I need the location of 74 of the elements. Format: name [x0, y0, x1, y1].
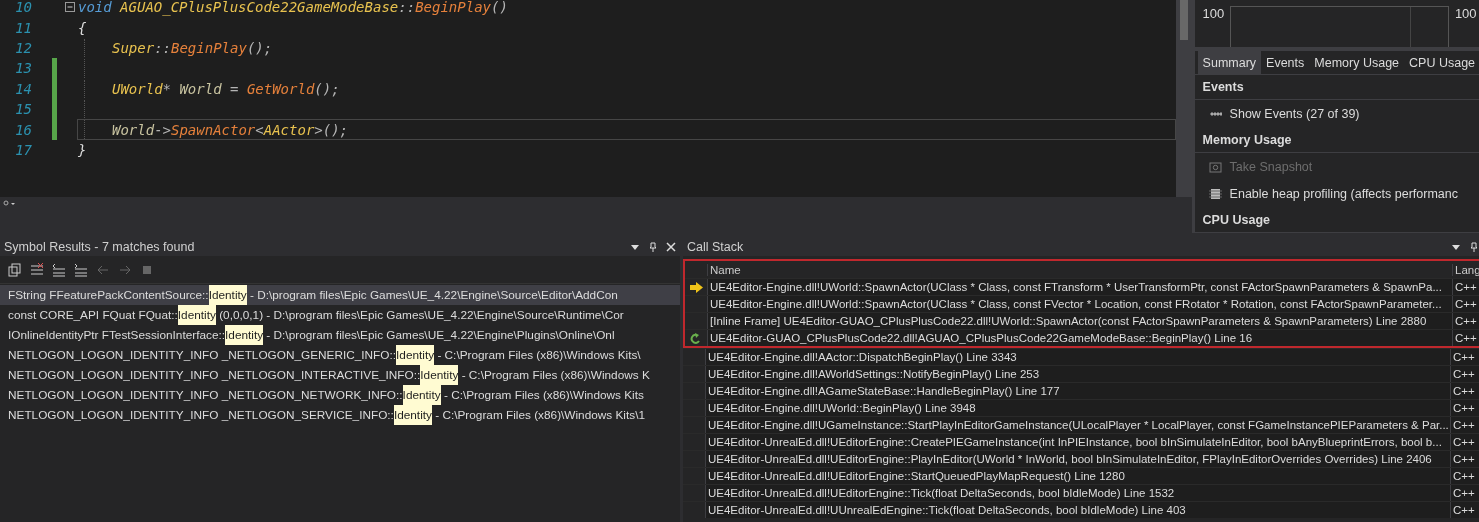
frame-language: C++	[1452, 330, 1479, 346]
frame-name[interactable]: UE4Editor-UnrealEd.dll!UEditorEngine::StartQueuedPlayMapRequest() Line 1280	[705, 468, 1450, 484]
frame-language: C++	[1452, 313, 1479, 329]
frame-name[interactable]: UE4Editor-Engine.dll!AWorldSettings::NotifyBeginPlay() Line 253	[705, 366, 1450, 382]
camera-icon	[1208, 160, 1222, 173]
column-header[interactable]: Name	[707, 263, 1452, 276]
symbol-result[interactable]: NETLOGON_LOGON_IDENTITY_INFO _NETLOGON_GENERIC_INFO::Identity - C:\Program Files (x86)\Windows Kits\	[0, 345, 680, 365]
frame-language: C++	[1450, 366, 1479, 382]
frame-language: C++	[1450, 502, 1479, 518]
line-number: 14	[14, 80, 33, 97]
indent-icon[interactable]	[52, 262, 66, 277]
tab[interactable]: Memory Usage	[1309, 51, 1405, 75]
line-number: 13	[14, 60, 33, 77]
frame-language: C++	[1452, 279, 1479, 295]
frame-name[interactable]: UE4Editor-Engine.dll!AGameStateBase::HandleBeginPlay() Line 177	[705, 383, 1450, 399]
line-number: 17	[14, 141, 33, 158]
frame-language: C++	[1450, 417, 1479, 433]
frame-name[interactable]: UE4Editor-Engine.dll!UWorld::SpawnActor(UClass * Class, const FTransform * UserTransformPtr, const FActorSpawnParameters & SpawnPa...	[707, 279, 1452, 295]
chip-icon	[1208, 188, 1222, 201]
action-link[interactable]: Enable heap profiling (affects performanc	[1194, 180, 1479, 208]
panel-title: Call Stack	[687, 239, 745, 254]
frame-name[interactable]: UE4Editor-UnrealEd.dll!UEditorEngine::PlayInEditor(UWorld * InWorld, bool bInSimulateInEditor, FPlayInEditorOverrides Overrides) Line 2406	[705, 451, 1450, 467]
frame-name[interactable]: UE4Editor-Engine.dll!UWorld::SpawnActor(UClass * Class, const FVector * Location, const FRotator * Rotation, const FActorSpawnParameter...	[707, 296, 1452, 312]
frame-language: C++	[1450, 468, 1479, 484]
symbol-result[interactable]: const CORE_API FQuat FQuat::Identity (0,0,0,1) - D:\program files\Epic Games\UE_4.22\Engine\Source\Runtime\Cor	[0, 305, 680, 325]
tab[interactable]: CPU Usage	[1404, 51, 1479, 75]
axis-label: 100	[1202, 6, 1225, 23]
line-number: 12	[14, 39, 33, 56]
code-line: UWorld* World = GetWorld();	[77, 78, 1176, 99]
symbol-result[interactable]: IOnlineIdentityPtr FTestSessionInterface::Identity - D:\program files\Epic Games\UE_4.22\Engine\Plugins\Online\Onl	[0, 325, 680, 345]
close-icon[interactable]	[666, 241, 676, 252]
line-number: 15	[14, 101, 33, 118]
tab[interactable]: Events	[1261, 51, 1310, 75]
outdent-icon[interactable]	[74, 262, 88, 277]
frame-language: C++	[1450, 451, 1479, 467]
frame-name[interactable]: UE4Editor-UnrealEd.dll!UEditorEngine::Tick(float DeltaSeconds, bool bIdleMode) Line 1532	[705, 485, 1450, 501]
frame-name[interactable]: UE4Editor-UnrealEd.dll!UUnrealEdEngine::Tick(float DeltaSeconds, bool bIdleMode) Line 403	[705, 502, 1450, 518]
panel-title: Symbol Results - 7 matches found	[4, 239, 196, 254]
frame-language: C++	[1450, 349, 1479, 365]
frame-language: C++	[1450, 485, 1479, 501]
code-line: void AGUAO_CPlusPlusCode22GameModeBase::BeginPlay()	[77, 0, 509, 18]
section-header: CPU Usage	[1194, 208, 1479, 233]
frame-language: C++	[1450, 400, 1479, 416]
column-header[interactable]: Lang	[1452, 263, 1479, 276]
line-number: 16	[14, 121, 33, 138]
section-header: Events	[1194, 75, 1479, 101]
clear-list-icon[interactable]	[30, 262, 44, 277]
pin-icon[interactable]	[648, 241, 658, 252]
collapse-icon[interactable]	[65, 2, 75, 13]
action-link[interactable]: Show Events (27 of 39)	[1194, 100, 1479, 128]
symbol-result[interactable]: FString FFeaturePackContentSource::Identity - D:\program files\Epic Games\UE_4.22\Engine\Source\Editor\AddCon	[0, 285, 680, 305]
copy-icon[interactable]	[8, 262, 22, 277]
section-header: Memory Usage	[1194, 127, 1479, 153]
line-number: 11	[14, 19, 33, 36]
frame-name[interactable]: UE4Editor-GUAO_CPlusPlusCode22.dll!AGUAO_CPlusPlusCode22GameModeBase::BeginPlay() Line 16	[707, 330, 1452, 346]
curved-arrow-icon	[689, 332, 703, 344]
symbol-result[interactable]: NETLOGON_LOGON_IDENTITY_INFO _NETLOGON_NETWORK_INFO::Identity - C:\Program Files (x86)\Windows Kits	[0, 385, 680, 405]
symbol-result[interactable]: NETLOGON_LOGON_IDENTITY_INFO _NETLOGON_SERVICE_INFO::Identity - C:\Program Files (x86)\Windows Kits\1	[0, 405, 680, 425]
code-line: }	[77, 140, 88, 160]
pin-icon[interactable]	[1468, 241, 1479, 252]
frame-name[interactable]: [Inline Frame] UE4Editor-GUAO_CPlusPlusCode22.dll!UWorld::SpawnActor(const FActorSpawnParameters & SpawnParameters) Line 2880	[707, 313, 1452, 329]
frame-name[interactable]: UE4Editor-UnrealEd.dll!UEditorEngine::CreatePIEGameInstance(int InPIEInstance, bool bInSimulateInEditor, bool bAnyBlueprintErrors, bool b...	[705, 434, 1450, 450]
code-line: {	[77, 18, 88, 38]
line-number: 10	[14, 0, 33, 16]
frame-name[interactable]: UE4Editor-Engine.dll!UWorld::BeginPlay() Line 3948	[705, 400, 1450, 416]
frame-name[interactable]: UE4Editor-Engine.dll!AActor::DispatchBeginPlay() Line 3343	[705, 349, 1450, 365]
code-line: Super::BeginPlay();	[77, 37, 1176, 59]
frame-language: C++	[1450, 383, 1479, 399]
arrow-icon	[689, 281, 703, 293]
frame-name[interactable]: UE4Editor-Engine.dll!UGameInstance::StartPlayInEditorGameInstance(ULocalPlayer * LocalPlayer, const FGameInstancePIEParameters & Par...	[705, 417, 1450, 433]
tab[interactable]: Summary	[1197, 51, 1262, 75]
frame-language: C++	[1450, 434, 1479, 450]
frame-language: C++	[1452, 296, 1479, 312]
axis-label: 100	[1454, 6, 1477, 23]
